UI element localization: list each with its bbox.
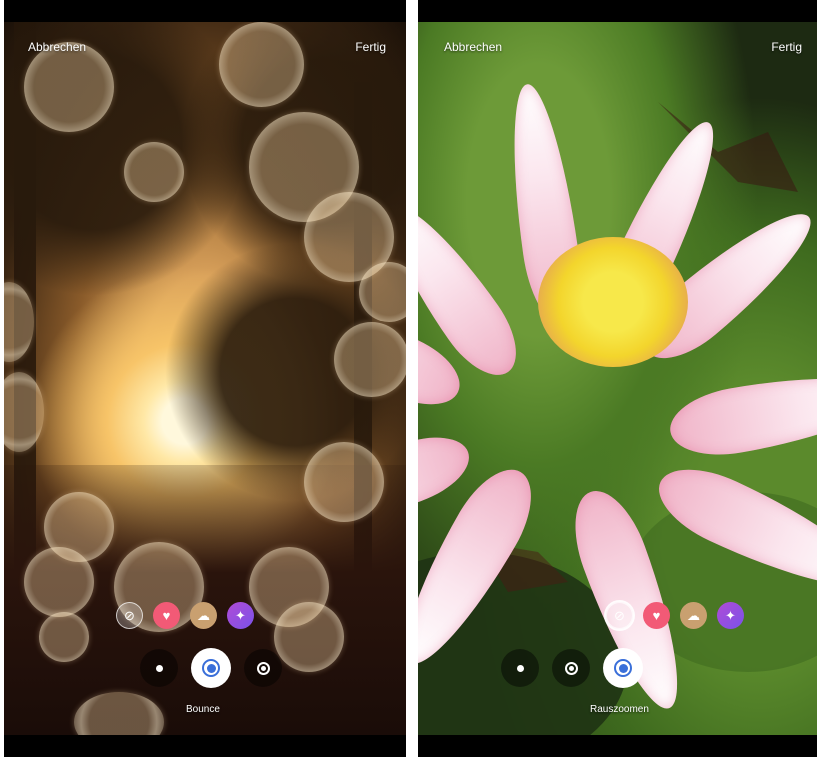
dot-icon bbox=[155, 664, 163, 672]
none-icon: ⊘ bbox=[614, 607, 625, 623]
bokeh-light bbox=[219, 22, 304, 107]
boomerang-mode-selector bbox=[501, 648, 643, 688]
dot-icon bbox=[516, 664, 524, 672]
effect-heart-button[interactable]: ♥ bbox=[643, 602, 670, 629]
bokeh-light bbox=[124, 142, 184, 202]
cancel-button[interactable]: Abbrechen bbox=[28, 40, 86, 54]
flower-stamens bbox=[538, 237, 688, 367]
done-button[interactable]: Fertig bbox=[355, 40, 386, 54]
bokeh-light bbox=[39, 612, 89, 662]
screen-bounce: Abbrechen Fertig ⊘ ♥ ☁ ✦ Bounce bbox=[4, 0, 406, 757]
screen-zoom-out: Abbrechen Fertig ⊘ ♥ ☁ ✦ Rauszoomen bbox=[418, 0, 817, 757]
effect-none-button[interactable]: ⊘ bbox=[116, 602, 143, 629]
effect-sparkle-button[interactable]: ✦ bbox=[717, 602, 744, 629]
bokeh-light bbox=[304, 442, 384, 522]
cancel-button[interactable]: Abbrechen bbox=[444, 40, 502, 54]
heart-icon: ♥ bbox=[652, 608, 661, 623]
target-icon bbox=[564, 661, 578, 675]
bokeh-light bbox=[274, 602, 344, 672]
sparkle-icon: ✦ bbox=[725, 607, 736, 623]
dreamy-icon: ☁ bbox=[687, 607, 700, 623]
mode-label: Rauszoomen bbox=[590, 704, 649, 715]
bokeh-light bbox=[4, 372, 44, 452]
effect-selector: ⊘ ♥ ☁ ✦ bbox=[116, 602, 254, 629]
effect-selector: ⊘ ♥ ☁ ✦ bbox=[606, 602, 744, 629]
dreamy-icon: ☁ bbox=[197, 607, 210, 623]
effect-dreamy-button[interactable]: ☁ bbox=[190, 602, 217, 629]
effect-heart-button[interactable]: ♥ bbox=[153, 602, 180, 629]
none-icon: ⊘ bbox=[124, 607, 135, 623]
target-icon bbox=[256, 661, 270, 675]
target-icon bbox=[614, 659, 632, 677]
bokeh-light bbox=[334, 322, 406, 397]
boomerang-mode-selector bbox=[140, 648, 282, 688]
mode-button-classic[interactable] bbox=[501, 649, 539, 687]
bokeh-light bbox=[24, 42, 114, 132]
mode-button-zoom[interactable] bbox=[244, 649, 282, 687]
mode-label: Bounce bbox=[186, 704, 220, 715]
mode-button-classic[interactable] bbox=[140, 649, 178, 687]
heart-icon: ♥ bbox=[162, 608, 171, 623]
target-icon bbox=[202, 659, 220, 677]
mode-button-zoom-out[interactable] bbox=[603, 648, 643, 688]
mode-button-bounce[interactable] bbox=[552, 649, 590, 687]
mode-button-bounce[interactable] bbox=[191, 648, 231, 688]
sparkle-icon: ✦ bbox=[235, 607, 246, 623]
effect-none-button[interactable]: ⊘ bbox=[606, 602, 633, 629]
bokeh-light bbox=[24, 547, 94, 617]
effect-sparkle-button[interactable]: ✦ bbox=[227, 602, 254, 629]
effect-dreamy-button[interactable]: ☁ bbox=[680, 602, 707, 629]
done-button[interactable]: Fertig bbox=[771, 40, 802, 54]
